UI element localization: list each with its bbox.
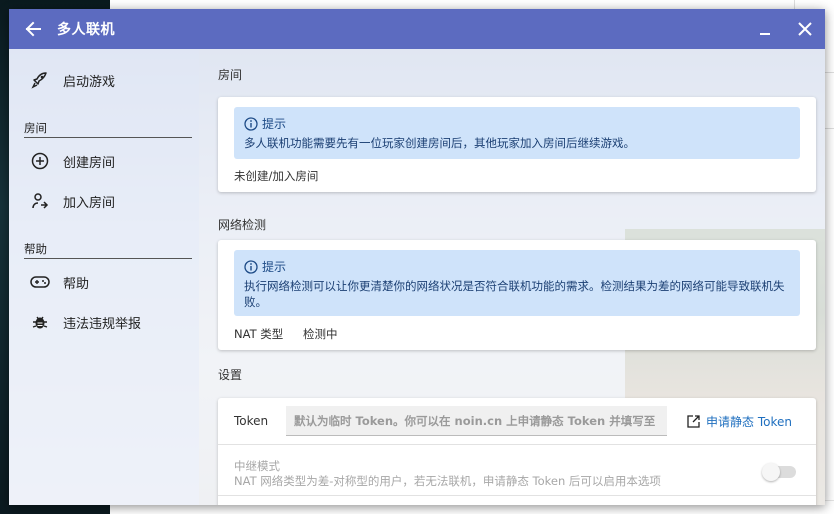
window-title: 多人联机 xyxy=(57,22,115,38)
hint-text: 多人联机功能需要先有一位玩家创建房间后，其他玩家加入房间后继续游戏。 xyxy=(244,136,635,150)
token-input[interactable] xyxy=(286,406,667,436)
hint-title: 提示 xyxy=(262,260,287,274)
sidebar-item-label: 启动游戏 xyxy=(63,74,116,90)
apply-static-token-link[interactable]: 申请静态 Token xyxy=(687,413,792,430)
join-icon xyxy=(27,192,53,210)
room-status: 未创建/加入房间 xyxy=(234,169,319,183)
sidebar-item-label: 违法违规举报 xyxy=(63,316,142,332)
token-link-label: 申请静态 Token xyxy=(706,414,792,429)
sidebar-item-launch-game[interactable]: 启动游戏 xyxy=(9,60,199,100)
external-link-icon xyxy=(687,414,700,428)
sidebar-item-create-room[interactable]: 创建房间 xyxy=(9,141,199,181)
hint-text: 执行网络检测可以让你更清楚你的网络状况是否符合联机功能的需求。检测结果为差的网络… xyxy=(244,279,785,309)
sidebar-item-join-room[interactable]: 加入房间 xyxy=(9,181,199,221)
token-row: Token 申请静态 Token xyxy=(218,398,816,445)
sidebar-group-help: 帮助 xyxy=(24,239,192,259)
settings-section-label: 设置 xyxy=(218,368,243,382)
sidebar-group-room: 房间 xyxy=(24,118,192,138)
plus-circle-icon xyxy=(27,152,53,170)
sidebar-item-report[interactable]: 违法违规举报 xyxy=(9,302,199,342)
relay-mode-row: 中继模式 NAT 网络类型为差-对称型的用户，若无法联机，申请静态 Token … xyxy=(218,446,816,496)
nat-type-label: NAT 类型 xyxy=(234,327,284,341)
sidebar-item-label: 创建房间 xyxy=(63,155,116,171)
title-bar: 多人联机 xyxy=(9,9,825,49)
relay-mode-title: 中继模式 xyxy=(234,459,280,473)
network-card: 提示 执行网络检测可以让你更清楚你的网络状况是否符合联机功能的需求。检测结果为差… xyxy=(218,240,816,350)
network-section-label: 网络检测 xyxy=(218,218,267,232)
minimize-button[interactable] xyxy=(745,9,785,49)
minimize-icon xyxy=(760,33,770,35)
info-icon xyxy=(244,259,258,274)
room-card: 提示 多人联机功能需要先有一位玩家创建房间后，其他玩家加入房间后继续游戏。 未创… xyxy=(218,97,816,192)
nat-type-value: 检测中 xyxy=(303,327,338,341)
sidebar-item-help[interactable]: 帮助 xyxy=(9,262,199,302)
arrow-left-icon xyxy=(25,21,41,37)
token-label: Token xyxy=(234,414,269,428)
room-section-label: 房间 xyxy=(218,68,243,82)
info-icon xyxy=(244,116,258,131)
rocket-icon xyxy=(27,71,53,89)
sidebar: 启动游戏 房间 创建房间 加入房间 帮助 帮助 违法违规举报 xyxy=(9,49,199,505)
relay-mode-description: NAT 网络类型为差-对称型的用户，若无法联机，申请静态 Token 后可以启用… xyxy=(234,474,661,488)
close-button[interactable] xyxy=(785,9,825,49)
sidebar-item-label: 帮助 xyxy=(63,276,90,292)
toggle-knob xyxy=(762,463,780,481)
bug-icon xyxy=(27,313,53,331)
room-hint: 提示 多人联机功能需要先有一位玩家创建房间后，其他玩家加入房间后继续游戏。 xyxy=(234,107,800,159)
relay-mode-toggle[interactable] xyxy=(762,463,796,481)
settings-card: Token 申请静态 Token 中继模式 NAT 网络类型为差-对称型的用户，… xyxy=(218,398,816,505)
network-hint: 提示 执行网络检测可以让你更清楚你的网络状况是否符合联机功能的需求。检测结果为差… xyxy=(234,250,800,316)
window-controls xyxy=(745,9,825,49)
back-button[interactable] xyxy=(9,9,57,49)
multiplayer-dialog: 多人联机 启动游戏 房间 创建房间 加入房间 帮助 帮助 违法违规举报 房间 提… xyxy=(9,9,825,505)
close-icon xyxy=(798,22,812,36)
sidebar-item-label: 加入房间 xyxy=(63,195,116,211)
hint-title: 提示 xyxy=(262,117,287,131)
gamepad-icon xyxy=(27,274,53,290)
